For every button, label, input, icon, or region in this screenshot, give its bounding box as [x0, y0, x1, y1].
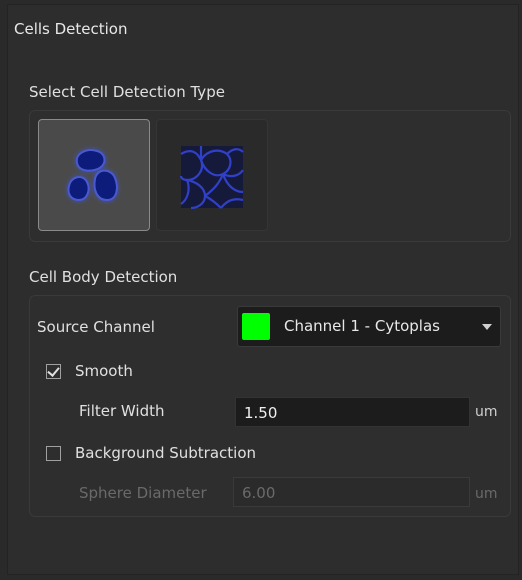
body-detection-label: Cell Body Detection: [29, 268, 178, 286]
background-subtraction-label[interactable]: Background Subtraction: [75, 444, 256, 462]
check-icon: [47, 364, 60, 377]
channel-color-swatch: [242, 313, 270, 340]
smooth-label[interactable]: Smooth: [75, 362, 133, 380]
cells-blobs-icon: [67, 149, 118, 202]
smooth-checkbox[interactable]: [46, 364, 61, 379]
source-channel-select[interactable]: Channel 1 - Cytoplas: [237, 306, 501, 347]
source-channel-value: Channel 1 - Cytoplas: [284, 317, 440, 335]
cells-detection-panel: Cells Detection Select Cell Detection Ty…: [0, 0, 522, 580]
sphere-diameter-label: Sphere Diameter: [79, 484, 207, 502]
source-channel-label: Source Channel: [37, 318, 155, 336]
sphere-diameter-unit: um: [475, 486, 498, 502]
filter-width-label: Filter Width: [79, 402, 165, 420]
cell-membrane-icon: [179, 145, 244, 210]
panel-title: Cells Detection: [14, 20, 128, 38]
filter-width-input[interactable]: 1.50: [235, 397, 470, 427]
sphere-diameter-input[interactable]: 6.00: [233, 477, 470, 507]
filter-width-unit: um: [475, 404, 498, 420]
membrane-detection-button[interactable]: [156, 119, 268, 231]
chevron-down-icon: [482, 324, 492, 330]
blob-detection-button[interactable]: [38, 119, 150, 231]
background-subtraction-checkbox[interactable]: [46, 446, 61, 461]
detection-type-label: Select Cell Detection Type: [29, 83, 225, 101]
